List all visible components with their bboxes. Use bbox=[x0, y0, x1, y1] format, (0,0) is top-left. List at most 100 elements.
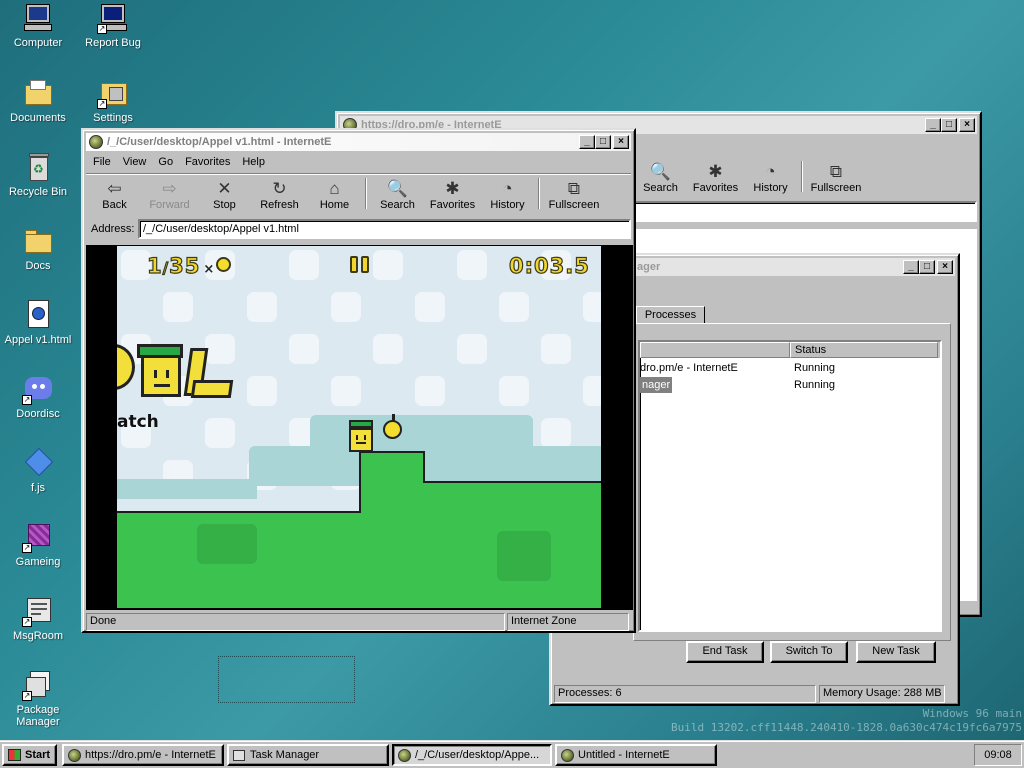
desktop-icon-gameing[interactable]: ↗ Gameing bbox=[0, 521, 76, 568]
end-task-button[interactable]: End Task bbox=[686, 641, 764, 663]
history-icon: ◔ bbox=[765, 162, 776, 181]
hill bbox=[249, 446, 601, 486]
refresh-icon: ↻ bbox=[272, 179, 287, 198]
address-label: Address: bbox=[91, 223, 135, 235]
main-browser-titlebar[interactable]: /_/C/user/desktop/Appel v1.html - Intern… bbox=[86, 133, 631, 151]
minimize-button[interactable]: _ bbox=[925, 118, 941, 132]
recycle-bin-icon: ♻ bbox=[22, 151, 54, 183]
computer-icon bbox=[22, 2, 54, 34]
fullscreen-icon: ⧉ bbox=[567, 179, 581, 198]
background-tile bbox=[205, 334, 235, 364]
back-browser-toolbar: 🔍 Search ✱ Favorites ◔ History ⧉ Fullscreen bbox=[633, 159, 866, 194]
refresh-button[interactable]: ↻ Refresh bbox=[252, 176, 307, 211]
search-icon: 🔍 bbox=[649, 162, 672, 181]
desktop-icon-package-manager[interactable]: ↗ Package Manager bbox=[0, 669, 76, 728]
pause-icon[interactable] bbox=[350, 256, 358, 273]
player-hat bbox=[349, 420, 373, 428]
desktop-icon-appel[interactable]: Appel v1.html bbox=[0, 299, 76, 346]
favorites-button[interactable]: ✱ Favorites bbox=[688, 159, 743, 194]
back-button[interactable]: ⇦ Back bbox=[87, 176, 142, 211]
menu-view[interactable]: View bbox=[117, 155, 153, 169]
start-button[interactable]: Start bbox=[2, 744, 57, 766]
fullscreen-button[interactable]: ⧉ Fullscreen bbox=[806, 159, 866, 194]
internete-icon bbox=[68, 748, 81, 762]
favorites-icon: ✱ bbox=[708, 162, 723, 181]
close-button[interactable]: × bbox=[959, 118, 975, 132]
apple bbox=[383, 420, 402, 439]
home-button[interactable]: ⌂ Home bbox=[307, 176, 362, 211]
tab-processes[interactable]: Processes bbox=[636, 306, 705, 324]
report-bug-icon: ↗ bbox=[97, 2, 129, 34]
back-address-input[interactable] bbox=[633, 201, 977, 222]
table-row[interactable]: nager Running bbox=[640, 377, 940, 393]
desktop-icon-fjs[interactable]: f.js bbox=[0, 447, 76, 494]
processes-count: Processes: 6 bbox=[554, 685, 816, 703]
background-tile bbox=[457, 334, 487, 364]
background-tile bbox=[415, 376, 445, 406]
background-tile bbox=[583, 292, 601, 322]
background-tile bbox=[541, 418, 571, 448]
search-icon: 🔍 bbox=[386, 179, 409, 198]
forward-button[interactable]: ⇨ Forward bbox=[142, 176, 197, 211]
task-task-manager[interactable]: Task Manager bbox=[227, 744, 389, 766]
minimize-button[interactable]: _ bbox=[579, 135, 595, 149]
desktop-icon-docs[interactable]: Docs bbox=[0, 225, 76, 272]
history-button[interactable]: ◔ History bbox=[480, 176, 535, 211]
background-tile bbox=[289, 250, 319, 280]
fullscreen-button[interactable]: ⧉ Fullscreen bbox=[543, 176, 605, 211]
desktop-icon-msgroom[interactable]: ↗ MsgRoom bbox=[0, 595, 76, 642]
search-button[interactable]: 🔍 Search bbox=[633, 159, 688, 194]
task-main-browser[interactable]: /_/C/user/desktop/Appe... bbox=[392, 744, 552, 766]
doordisc-icon: ↗ bbox=[22, 373, 54, 405]
task-back-browser[interactable]: https://dro.pm/e - InternetE bbox=[62, 744, 224, 766]
minimize-button[interactable]: _ bbox=[903, 260, 919, 274]
favorites-button[interactable]: ✱ Favorites bbox=[425, 176, 480, 211]
menu-favorites[interactable]: Favorites bbox=[179, 155, 236, 169]
menu-help[interactable]: Help bbox=[236, 155, 271, 169]
home-icon: ⌂ bbox=[329, 179, 340, 198]
close-button[interactable]: × bbox=[613, 135, 629, 149]
column-name[interactable] bbox=[640, 342, 790, 358]
desktop-icon-documents[interactable]: Documents bbox=[0, 77, 76, 124]
table-row[interactable]: dro.pm/e - InternetE Running bbox=[640, 360, 940, 376]
task-untitled-browser[interactable]: Untitled - InternetE bbox=[555, 744, 717, 766]
desktop-icon-recycle-bin[interactable]: ♻ Recycle Bin bbox=[0, 151, 76, 198]
close-button[interactable]: × bbox=[937, 260, 953, 274]
background-tile bbox=[373, 334, 403, 364]
new-task-button[interactable]: New Task bbox=[856, 641, 936, 663]
stop-icon: ✕ bbox=[217, 179, 232, 198]
game-canvas[interactable]: atch 1/35 × 0:03.5 bbox=[117, 246, 601, 608]
search-button[interactable]: 🔍 Search bbox=[370, 176, 425, 211]
history-button[interactable]: ◔ History bbox=[743, 159, 798, 194]
desktop-icon-computer[interactable]: Computer bbox=[0, 2, 76, 49]
documents-folder-icon bbox=[22, 77, 54, 109]
settings-icon: ↗ bbox=[97, 77, 129, 109]
apple-counter: 1/35 × bbox=[146, 253, 216, 278]
desktop-icon-settings[interactable]: ↗ Settings bbox=[75, 77, 151, 124]
background-tile bbox=[457, 250, 487, 280]
security-zone: Internet Zone bbox=[507, 613, 629, 631]
maximize-button[interactable]: □ bbox=[919, 260, 935, 274]
menu-file[interactable]: File bbox=[87, 155, 117, 169]
background-tile bbox=[331, 292, 361, 322]
internete-icon bbox=[561, 748, 574, 762]
process-list-header: Status bbox=[640, 342, 940, 358]
background-tile bbox=[373, 250, 403, 280]
column-status[interactable]: Status bbox=[790, 342, 938, 358]
background-tile bbox=[247, 292, 277, 322]
maximize-button[interactable]: □ bbox=[941, 118, 957, 132]
menu-go[interactable]: Go bbox=[152, 155, 179, 169]
switch-to-button[interactable]: Switch To bbox=[770, 641, 848, 663]
apple-counter-icon bbox=[216, 257, 231, 272]
stop-button[interactable]: ✕ Stop bbox=[197, 176, 252, 211]
main-toolbar: ⇦ Back ⇨ Forward ✕ Stop ↻ Refresh ⌂ Home 🔍 Sea… bbox=[87, 176, 605, 211]
maximize-button[interactable]: □ bbox=[595, 135, 611, 149]
process-list[interactable]: Status dro.pm/e - InternetE Running nage… bbox=[638, 340, 942, 632]
desktop-icon-doordisc[interactable]: ↗ Doordisc bbox=[0, 373, 76, 420]
desktop-icon-report-bug[interactable]: ↗ Report Bug bbox=[75, 2, 151, 49]
hill bbox=[117, 479, 257, 499]
timer: 0:03.5 bbox=[508, 253, 590, 278]
background-tile bbox=[499, 376, 529, 406]
address-input[interactable]: /_/C/user/desktop/Appel v1.html bbox=[138, 219, 631, 239]
start-logo-icon bbox=[8, 749, 21, 761]
